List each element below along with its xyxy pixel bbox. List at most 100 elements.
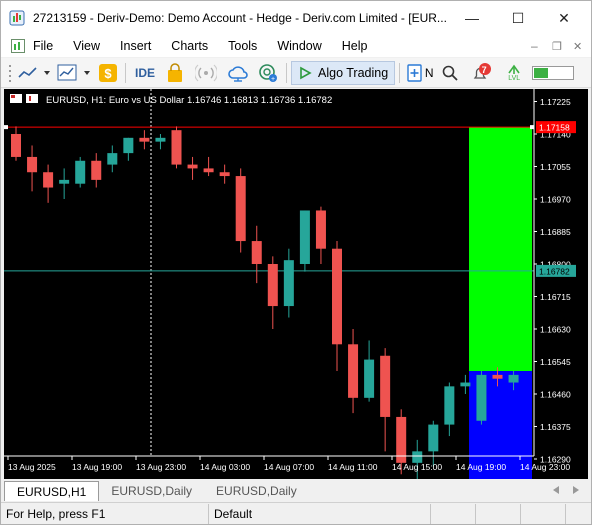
minimize-button[interactable]: — bbox=[449, 1, 495, 35]
menu-tools[interactable]: Tools bbox=[228, 39, 257, 53]
signal-icon bbox=[508, 64, 520, 74]
toolbar-separator bbox=[399, 62, 401, 83]
level-handle[interactable] bbox=[4, 125, 8, 130]
connection-status[interactable] bbox=[530, 61, 576, 85]
signal-strength-button[interactable]: LVL bbox=[498, 61, 530, 85]
time-tick-label: 14 Aug 15:00 bbox=[392, 462, 442, 472]
notifications-button[interactable]: 7 bbox=[464, 61, 498, 85]
child-close-button[interactable]: ✕ bbox=[573, 40, 582, 53]
candle-body bbox=[107, 153, 118, 165]
candle-body bbox=[219, 172, 230, 177]
community-button[interactable]: + bbox=[254, 61, 282, 85]
price-tick-label: 1.16630 bbox=[540, 325, 571, 335]
child-minimize-button[interactable]: – bbox=[531, 39, 538, 53]
toolbar-separator bbox=[286, 62, 287, 83]
status-cell-empty-3 bbox=[521, 503, 566, 524]
shopping-bag-icon bbox=[168, 62, 182, 82]
market-button[interactable] bbox=[160, 61, 190, 85]
close-button[interactable]: ✕ bbox=[541, 1, 587, 35]
time-tick-label: 13 Aug 2025 bbox=[8, 462, 56, 472]
child-restore-button[interactable]: ❐ bbox=[552, 40, 562, 53]
ide-button[interactable]: IDE bbox=[130, 61, 160, 85]
time-tick-label: 13 Aug 23:00 bbox=[136, 462, 186, 472]
candle-body bbox=[267, 264, 278, 307]
window-title: 27213159 - Deriv-Demo: Demo Account - He… bbox=[33, 11, 447, 25]
upper-level-tag: 1.17158 bbox=[539, 123, 570, 133]
candle-body bbox=[203, 168, 214, 173]
candle-body bbox=[235, 176, 246, 242]
time-tick-label: 13 Aug 19:00 bbox=[72, 462, 122, 472]
menu-charts[interactable]: Charts bbox=[171, 39, 208, 53]
signal-label: LVL bbox=[508, 74, 521, 82]
menu-view[interactable]: View bbox=[73, 39, 100, 53]
signals-button[interactable] bbox=[190, 61, 222, 85]
candle-body bbox=[508, 374, 519, 383]
toolbar: $ IDE + Algo Trading N 7 LVL bbox=[1, 58, 591, 88]
maximize-button[interactable]: ☐ bbox=[495, 1, 541, 35]
candle-body bbox=[299, 210, 310, 264]
chart-symbol-icon bbox=[10, 94, 38, 103]
new-order-button[interactable]: N bbox=[404, 61, 436, 85]
chart-window-icon[interactable] bbox=[11, 39, 25, 53]
svg-text:$: $ bbox=[104, 66, 112, 81]
tab-scroll-right-icon[interactable] bbox=[572, 485, 580, 495]
candle-body bbox=[364, 359, 375, 398]
time-tick-label: 14 Aug 19:00 bbox=[456, 462, 506, 472]
candle-body bbox=[492, 374, 503, 379]
menu-file[interactable]: File bbox=[33, 39, 53, 53]
candle-body bbox=[11, 134, 21, 157]
price-tick-label: 1.16375 bbox=[540, 422, 571, 432]
tab-eurusd-daily-2[interactable]: EURUSD,Daily bbox=[204, 481, 309, 501]
price-tick-label: 1.16460 bbox=[540, 390, 571, 400]
menu-help[interactable]: Help bbox=[342, 39, 368, 53]
candle-body bbox=[171, 130, 182, 165]
candle-body bbox=[187, 164, 198, 169]
broadcast-icon bbox=[195, 64, 217, 81]
time-tick-label: 14 Aug 23:00 bbox=[520, 462, 570, 472]
candle-body bbox=[59, 179, 70, 184]
play-icon bbox=[300, 66, 312, 79]
title-bar[interactable]: 27213159 - Deriv-Demo: Demo Account - He… bbox=[1, 1, 591, 35]
candle-body bbox=[75, 160, 86, 184]
community-icon: + bbox=[259, 63, 277, 83]
app-icon bbox=[9, 10, 25, 26]
price-tick-label: 1.17055 bbox=[540, 162, 571, 172]
candle-body bbox=[348, 344, 359, 398]
connection-meter-fill bbox=[534, 67, 549, 78]
level-handle[interactable] bbox=[530, 125, 534, 130]
time-tick-label: 14 Aug 03:00 bbox=[200, 462, 250, 472]
candle-body bbox=[380, 355, 391, 417]
tab-eurusd-daily-1[interactable]: EURUSD,Daily bbox=[99, 481, 204, 501]
status-help-text: For Help, press F1 bbox=[1, 503, 209, 524]
tab-scroll-left-icon[interactable] bbox=[552, 485, 560, 495]
algo-trading-button[interactable]: Algo Trading bbox=[291, 60, 396, 85]
candle-body bbox=[428, 424, 439, 452]
candlestick-chart[interactable]: 1.172251.171401.170551.169701.168851.168… bbox=[4, 89, 588, 498]
chart-type-button[interactable] bbox=[55, 61, 95, 85]
cloud-outline bbox=[228, 65, 248, 79]
menu-window[interactable]: Window bbox=[277, 39, 321, 53]
chart-window[interactable]: 1.17225 1.17140 1.17055 1.16970 1.16885 1.168… bbox=[4, 89, 588, 498]
notification-badge: 7 bbox=[481, 64, 487, 75]
price-tick-label: 1.16885 bbox=[540, 227, 571, 237]
vps-button[interactable] bbox=[222, 61, 254, 85]
take-profit-zone bbox=[469, 127, 532, 372]
tab-eurusd-h1[interactable]: EURUSD,H1 bbox=[4, 481, 100, 501]
toolbar-grip bbox=[5, 61, 15, 85]
chart-type-icon bbox=[57, 64, 90, 80]
menu-insert[interactable]: Insert bbox=[120, 39, 151, 53]
candle-body bbox=[315, 210, 326, 249]
chart-tabs: EURUSD,H1 EURUSD,Daily EURUSD,Daily bbox=[4, 479, 588, 501]
trading-dollar-button[interactable]: $ bbox=[95, 61, 121, 85]
candle-body bbox=[139, 137, 150, 142]
svg-text:+: + bbox=[271, 76, 275, 83]
line-chart-button[interactable] bbox=[15, 61, 55, 85]
candle-body bbox=[476, 374, 487, 421]
algo-trading-label: Algo Trading bbox=[318, 65, 389, 80]
candle-body bbox=[444, 386, 455, 425]
status-profile: Default bbox=[209, 503, 431, 524]
candle-body bbox=[43, 172, 54, 188]
time-tick-label: 14 Aug 07:00 bbox=[264, 462, 314, 472]
dollar-icon: $ bbox=[99, 63, 117, 82]
search-button[interactable] bbox=[436, 61, 464, 85]
